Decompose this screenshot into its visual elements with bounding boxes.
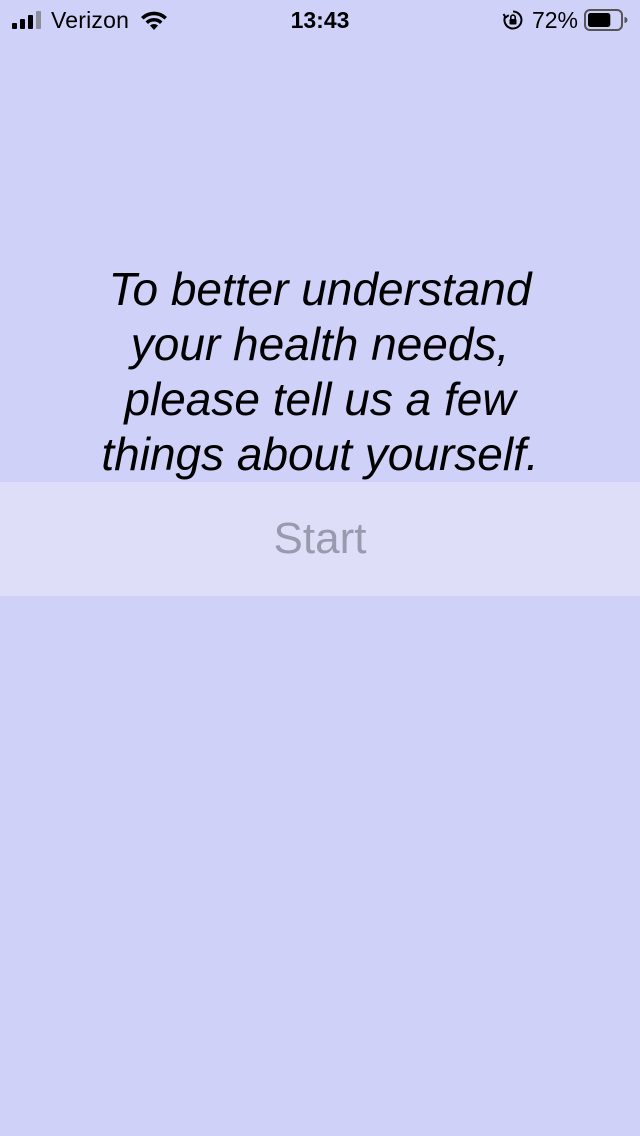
battery-icon xyxy=(584,9,628,31)
status-bar-left: Verizon xyxy=(12,0,169,40)
status-bar-right: 72% xyxy=(502,0,628,40)
status-bar: Verizon 13:43 72% xyxy=(0,0,640,40)
intro-text: To better understand your health needs, … xyxy=(101,263,539,480)
start-button[interactable]: Start xyxy=(0,482,640,596)
cellular-signal-icon xyxy=(12,11,41,29)
orientation-lock-icon xyxy=(502,10,523,30)
wifi-icon xyxy=(141,11,168,30)
battery-percentage: 72% xyxy=(531,6,578,33)
carrier-name: Verizon xyxy=(51,6,130,33)
